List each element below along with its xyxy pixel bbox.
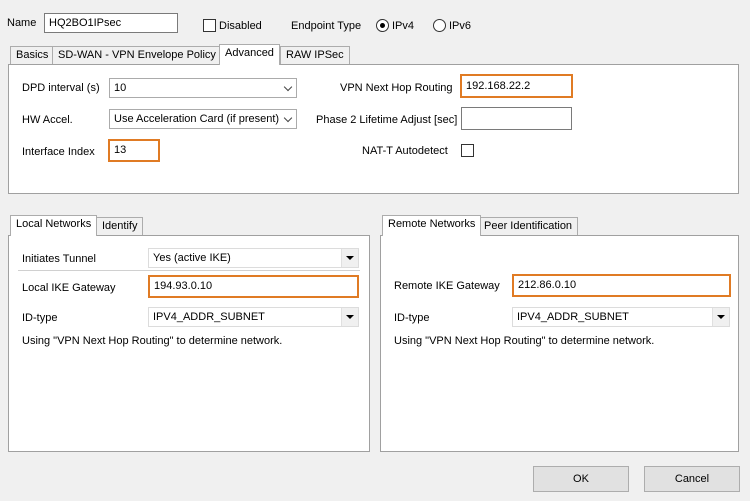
name-input[interactable]: HQ2BO1IPsec — [44, 13, 178, 33]
phase2-lifetime-input[interactable] — [461, 107, 572, 130]
endpoint-type-label: Endpoint Type — [291, 20, 362, 32]
tab-basics[interactable]: Basics — [10, 46, 55, 65]
remote-idtype-select[interactable]: IPV4_ADDR_SUBNET — [512, 307, 730, 327]
triangle-down-icon — [341, 249, 358, 267]
disabled-checkbox[interactable] — [203, 19, 216, 32]
initiates-tunnel-value: Yes (active IKE) — [153, 252, 231, 264]
hw-accel-label: HW Accel. — [22, 114, 73, 126]
remote-ike-gateway-label: Remote IKE Gateway — [394, 280, 500, 292]
triangle-down-icon — [712, 308, 729, 326]
ipv4-label: IPv4 — [392, 20, 415, 32]
natt-autodetect-checkbox[interactable] — [461, 144, 474, 157]
ipv4-radio[interactable] — [376, 19, 389, 32]
tab-local-networks[interactable]: Local Networks — [10, 215, 98, 236]
hw-accel-value: Use Acceleration Card (if present) — [114, 113, 280, 125]
hw-accel-select[interactable]: Use Acceleration Card (if present) — [109, 109, 297, 129]
remote-idtype-label: ID-type — [394, 312, 430, 324]
cancel-button[interactable]: Cancel — [644, 466, 740, 492]
dpd-interval-select[interactable]: 10 — [109, 78, 297, 98]
local-note: Using "VPN Next Hop Routing" to determin… — [22, 335, 283, 347]
tab-advanced[interactable]: Advanced — [219, 44, 280, 65]
tab-identify[interactable]: Identify — [96, 217, 144, 236]
interface-index-label: Interface Index — [22, 146, 95, 158]
tab-peer-identification[interactable]: Peer Identification — [478, 217, 579, 236]
local-idtype-value: IPV4_ADDR_SUBNET — [153, 311, 265, 323]
natt-autodetect-label: NAT-T Autodetect — [362, 145, 448, 157]
remote-idtype-value: IPV4_ADDR_SUBNET — [517, 311, 629, 323]
local-idtype-select[interactable]: IPV4_ADDR_SUBNET — [148, 307, 359, 327]
local-ike-gateway-label: Local IKE Gateway — [22, 282, 116, 294]
divider — [18, 270, 360, 271]
initiates-tunnel-label: Initiates Tunnel — [22, 253, 96, 265]
disabled-label: Disabled — [219, 20, 262, 32]
vpn-next-hop-input[interactable]: 192.168.22.2 — [460, 74, 573, 98]
vpn-next-hop-label: VPN Next Hop Routing — [340, 82, 453, 94]
tab-remote-networks[interactable]: Remote Networks — [382, 215, 482, 236]
chevron-down-icon — [279, 79, 296, 97]
ipv6-label: IPv6 — [449, 20, 472, 32]
chevron-down-icon — [279, 110, 296, 128]
remote-note: Using "VPN Next Hop Routing" to determin… — [394, 335, 655, 347]
remote-ike-gateway-input[interactable]: 212.86.0.10 — [512, 274, 731, 297]
tab-raw-ipsec[interactable]: RAW IPSec — [280, 46, 350, 65]
dpd-interval-value: 10 — [114, 82, 127, 94]
ok-button[interactable]: OK — [533, 466, 629, 492]
local-idtype-label: ID-type — [22, 312, 58, 324]
ipv6-radio[interactable] — [433, 19, 446, 32]
name-label: Name — [7, 17, 37, 29]
local-ike-gateway-input[interactable]: 194.93.0.10 — [148, 275, 359, 298]
dpd-interval-label: DPD interval (s) — [22, 82, 100, 94]
initiates-tunnel-select[interactable]: Yes (active IKE) — [148, 248, 359, 268]
interface-index-input[interactable]: 13 — [108, 139, 160, 162]
phase2-lifetime-label: Phase 2 Lifetime Adjust [sec] — [316, 114, 458, 126]
triangle-down-icon — [341, 308, 358, 326]
tab-sdwan-vpn-envelope-policy[interactable]: SD-WAN - VPN Envelope Policy — [52, 46, 222, 65]
